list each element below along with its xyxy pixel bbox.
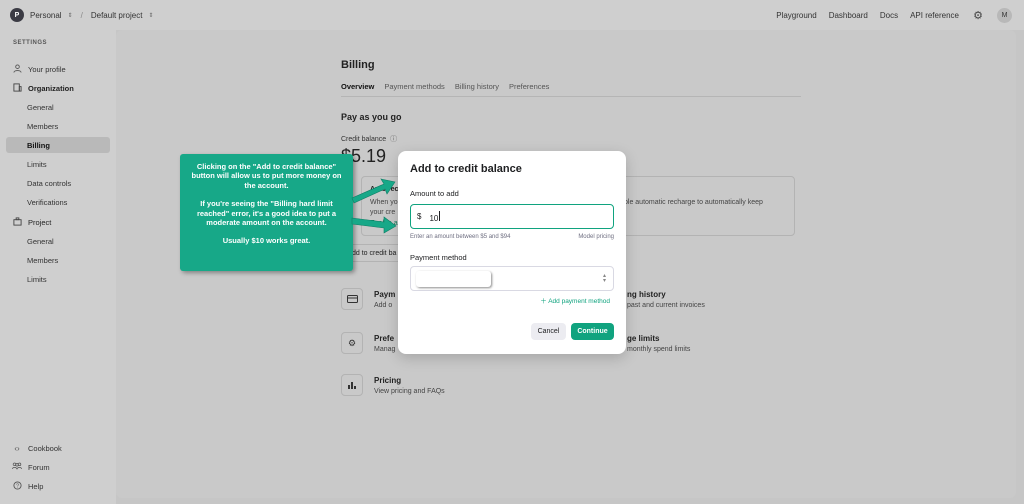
dialog-title: Add to credit balance (410, 163, 522, 175)
sidebar-item-limits[interactable]: Limits (6, 156, 110, 172)
nav-playground[interactable]: Playground (776, 11, 816, 20)
nav-api-reference[interactable]: API reference (910, 11, 959, 20)
nav-dashboard[interactable]: Dashboard (829, 11, 868, 20)
sidebar-item-label: Forum (28, 462, 50, 472)
project-switcher: P Personal ⇕ / Default project ⇕ (10, 8, 153, 22)
section-title: Pay as you go (341, 112, 402, 122)
project-selector[interactable]: Default project (91, 11, 143, 20)
callout-annotation: Clicking on the "Add to credit balance" … (180, 154, 353, 271)
add-payment-method-text: Add payment method (548, 298, 610, 305)
payment-method-label: Payment method (410, 253, 467, 262)
top-bar: P Personal ⇕ / Default project ⇕ Playgro… (0, 0, 1024, 30)
sidebar-item-org-general[interactable]: General (6, 99, 110, 115)
sidebar-item-data-controls[interactable]: Data controls (6, 175, 110, 191)
add-credit-dialog: Add to credit balance Amount to add $ 10… (398, 151, 626, 354)
sidebar-item-label: Cookbook (28, 443, 62, 453)
settings-sidebar: SETTINGS Your profile Organization Gener… (0, 30, 116, 504)
sidebar-item-billing[interactable]: Billing (6, 137, 110, 153)
svg-text:?: ? (16, 483, 19, 489)
building-icon (12, 82, 22, 94)
feature-description: past and current invoices (627, 302, 705, 309)
callout-arrow (351, 178, 397, 234)
sidebar-item-verifications[interactable]: Verifications (6, 194, 110, 210)
chevron-updown-icon[interactable]: ⇕ (68, 12, 73, 19)
chevron-updown-icon: ▴ ▾ (602, 273, 606, 284)
nav-docs[interactable]: Docs (880, 11, 898, 20)
feature-title: ng history (627, 290, 666, 299)
feature-title: Pricing (374, 376, 402, 385)
org-selector[interactable]: Personal (30, 11, 62, 20)
amount-value: 10 (429, 210, 441, 223)
code-icon: ‹› (14, 443, 20, 453)
sidebar-item-label: Your profile (28, 64, 66, 74)
info-icon[interactable]: ⓘ (390, 136, 397, 143)
tab-payment-methods[interactable]: Payment methods (384, 82, 444, 97)
help-icon: ? (12, 480, 22, 492)
callout-text: Clicking on the "Add to credit balance" … (191, 162, 342, 190)
amount-text: 10 (429, 213, 439, 223)
amount-hint: Enter an amount between $5 and $94 (410, 234, 511, 240)
payment-method-select[interactable]: ▴ ▾ (410, 266, 614, 291)
sidebar-item-label: Project (28, 217, 52, 227)
tab-preferences[interactable]: Preferences (509, 82, 549, 97)
chevron-updown-icon[interactable]: ⇕ (148, 12, 153, 19)
org-avatar[interactable]: P (10, 8, 24, 22)
sidebar-item-forum[interactable]: Forum (6, 459, 110, 475)
sidebar-item-project-members[interactable]: Members (6, 252, 110, 268)
briefcase-icon (12, 216, 22, 228)
auto-recharge-description: ble automatic recharge to automatically … (624, 199, 763, 206)
feature-title: ge limits (627, 334, 660, 343)
feature-title: Prefe (374, 334, 395, 343)
billing-tabs: Overview Payment methods Billing history… (341, 82, 549, 97)
redacted-payment-method (416, 271, 491, 287)
text-cursor (439, 210, 441, 221)
sidebar-item-organization[interactable]: Organization (6, 80, 110, 96)
person-icon (12, 63, 22, 75)
sidebar-item-your-profile[interactable]: Your profile (6, 61, 110, 77)
feature-description: Add o (374, 302, 393, 309)
continue-button[interactable]: Continue (571, 323, 614, 340)
credit-card-icon (341, 288, 363, 310)
sidebar-item-project-limits[interactable]: Limits (6, 271, 110, 287)
sidebar-item-label: Organization (28, 83, 74, 93)
user-avatar[interactable]: M (997, 8, 1012, 23)
page-title: Billing (341, 59, 375, 71)
credit-balance-text: Credit balance (341, 136, 387, 143)
callout-text: Usually $10 works great. (222, 236, 311, 246)
sidebar-item-project-general[interactable]: General (6, 233, 110, 249)
tab-divider (341, 96, 801, 97)
tab-overview[interactable]: Overview (341, 82, 375, 97)
plus-icon: ＋ (540, 298, 547, 305)
sidebar-item-help[interactable]: ? Help (6, 478, 110, 494)
credit-balance-label: Credit balance ⓘ (341, 134, 397, 144)
sidebar-item-members[interactable]: Members (6, 118, 110, 134)
model-pricing-link[interactable]: Model pricing (578, 234, 614, 240)
feature-title: Paym (374, 290, 396, 299)
currency-symbol: $ (417, 212, 422, 221)
amount-label: Amount to add (410, 189, 459, 198)
people-icon (12, 462, 22, 472)
cancel-button[interactable]: Cancel (531, 323, 566, 340)
amount-input[interactable]: $ 10 (410, 204, 614, 229)
sidebar-item-label: Help (28, 481, 44, 491)
feature-description: View pricing and FAQs (374, 388, 445, 395)
bar-chart-icon (341, 374, 363, 396)
breadcrumb-separator: / (80, 10, 83, 20)
tab-billing-history[interactable]: Billing history (455, 82, 499, 97)
sidebar-heading: SETTINGS (13, 40, 48, 46)
feature-description: monthly spend limits (627, 346, 691, 353)
feature-description: Manag (374, 346, 396, 353)
gear-icon[interactable]: ⚙ (971, 9, 985, 23)
add-payment-method-link[interactable]: ＋ Add payment method (540, 295, 610, 305)
sidebar-item-cookbook[interactable]: ‹› Cookbook (6, 440, 110, 456)
sidebar-item-project[interactable]: Project (6, 214, 110, 230)
callout-text: If you're seeing the "Billing hard limit… (196, 199, 337, 228)
gear-icon: ⚙ (341, 332, 363, 354)
top-nav: Playground Dashboard Docs API reference … (776, 8, 1012, 23)
